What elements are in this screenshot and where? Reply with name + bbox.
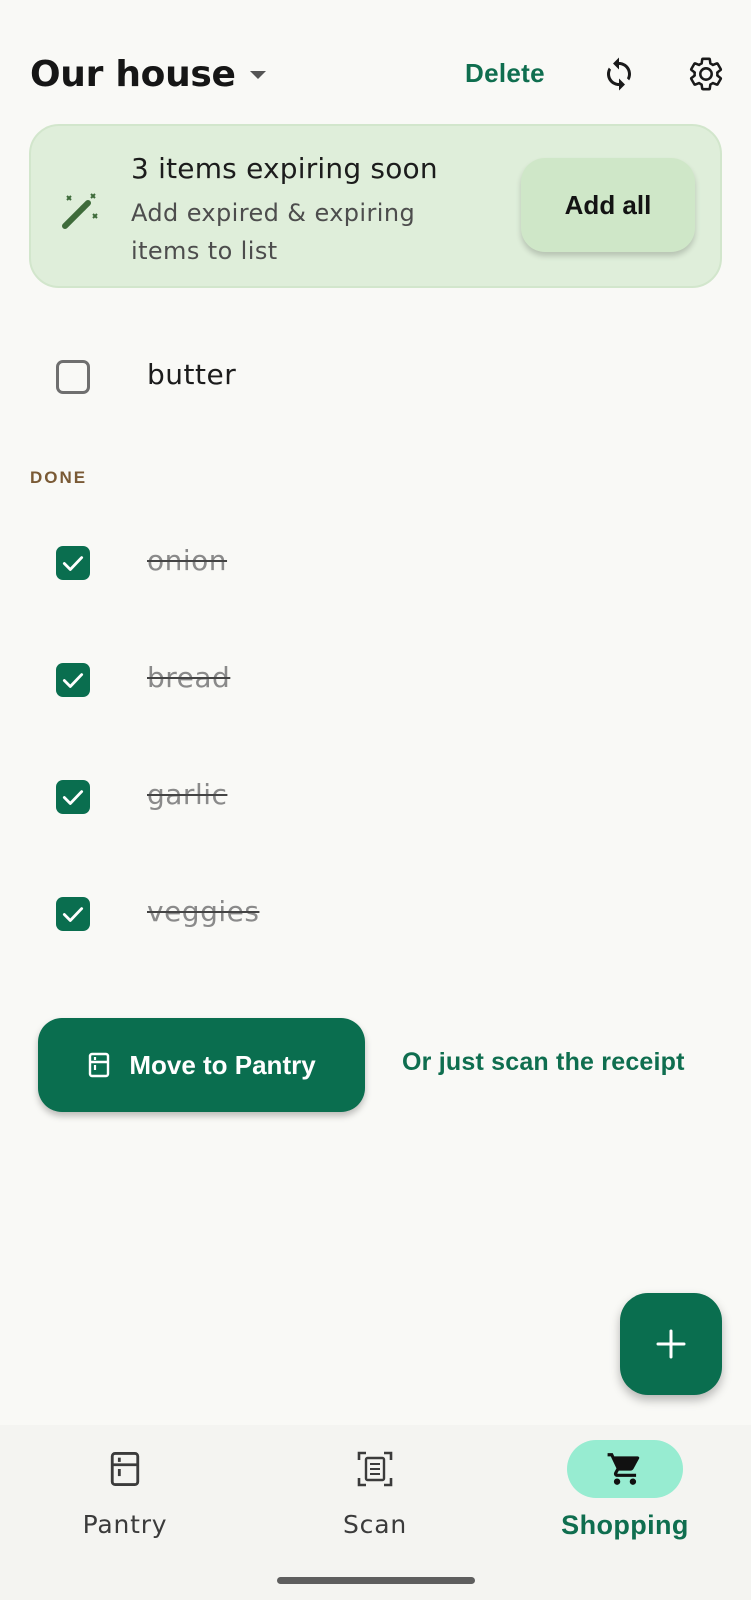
magic-wand-icon bbox=[59, 188, 103, 232]
move-to-pantry-button[interactable]: Move to Pantry bbox=[38, 1018, 365, 1112]
add-all-button[interactable]: Add all bbox=[521, 158, 695, 252]
move-to-pantry-label: Move to Pantry bbox=[129, 1049, 316, 1080]
nav-pill bbox=[67, 1440, 183, 1498]
nav-label: Pantry bbox=[82, 1510, 168, 1539]
list-item[interactable]: butter bbox=[0, 338, 751, 418]
banner-subtitle: Add expired & expiring items to list bbox=[131, 199, 416, 265]
nav-item-pantry[interactable]: Pantry bbox=[0, 1425, 250, 1575]
checkbox[interactable] bbox=[56, 360, 90, 394]
caret-down-icon bbox=[248, 65, 268, 85]
check-icon bbox=[62, 907, 84, 922]
delete-button[interactable]: Delete bbox=[465, 58, 545, 89]
scan-receipt-link[interactable]: Or just scan the receipt bbox=[402, 1048, 685, 1077]
home-indicator[interactable] bbox=[277, 1577, 475, 1584]
nav-pill-active bbox=[567, 1440, 683, 1498]
bottom-navigation: Pantry Scan Shopping bbox=[0, 1425, 751, 1600]
plus-icon bbox=[656, 1329, 686, 1359]
item-label: garlic bbox=[147, 778, 228, 811]
top-app-bar: Our house Delete bbox=[0, 40, 751, 110]
expiring-banner: 3 items expiring soon Add expired & expi… bbox=[29, 124, 722, 288]
page-title: Our house bbox=[30, 54, 236, 95]
list-item[interactable]: garlic bbox=[0, 758, 751, 838]
shopping-list-screen: Our house Delete 3 items expiring soon A… bbox=[0, 0, 751, 1600]
sync-button[interactable] bbox=[597, 52, 641, 96]
checkbox[interactable] bbox=[56, 897, 90, 931]
gear-icon bbox=[689, 57, 723, 91]
scan-icon bbox=[357, 1451, 393, 1487]
list-item[interactable]: veggies bbox=[0, 875, 751, 955]
sync-icon bbox=[607, 57, 631, 91]
fridge-icon bbox=[89, 1052, 110, 1078]
checkbox[interactable] bbox=[56, 780, 90, 814]
add-item-fab[interactable] bbox=[620, 1293, 722, 1395]
check-icon bbox=[62, 556, 84, 571]
fridge-icon bbox=[110, 1452, 140, 1486]
nav-label: Scan bbox=[343, 1510, 407, 1539]
item-label: veggies bbox=[147, 895, 260, 928]
list-item[interactable]: onion bbox=[0, 524, 751, 604]
household-selector[interactable]: Our house bbox=[30, 54, 268, 95]
nav-label: Shopping bbox=[561, 1510, 689, 1540]
checkbox[interactable] bbox=[56, 546, 90, 580]
settings-button[interactable] bbox=[684, 52, 728, 96]
cart-icon bbox=[607, 1453, 640, 1485]
check-icon bbox=[62, 790, 84, 805]
check-icon bbox=[62, 673, 84, 688]
item-label: bread bbox=[147, 661, 231, 694]
item-label: butter bbox=[147, 358, 237, 391]
nav-item-scan[interactable]: Scan bbox=[250, 1425, 500, 1575]
nav-item-shopping[interactable]: Shopping bbox=[500, 1425, 750, 1575]
banner-title: 3 items expiring soon bbox=[131, 152, 438, 185]
nav-pill bbox=[317, 1440, 433, 1498]
checkbox[interactable] bbox=[56, 663, 90, 697]
item-label: onion bbox=[147, 544, 228, 577]
done-section-header: DONE bbox=[30, 468, 88, 487]
list-item[interactable]: bread bbox=[0, 641, 751, 721]
